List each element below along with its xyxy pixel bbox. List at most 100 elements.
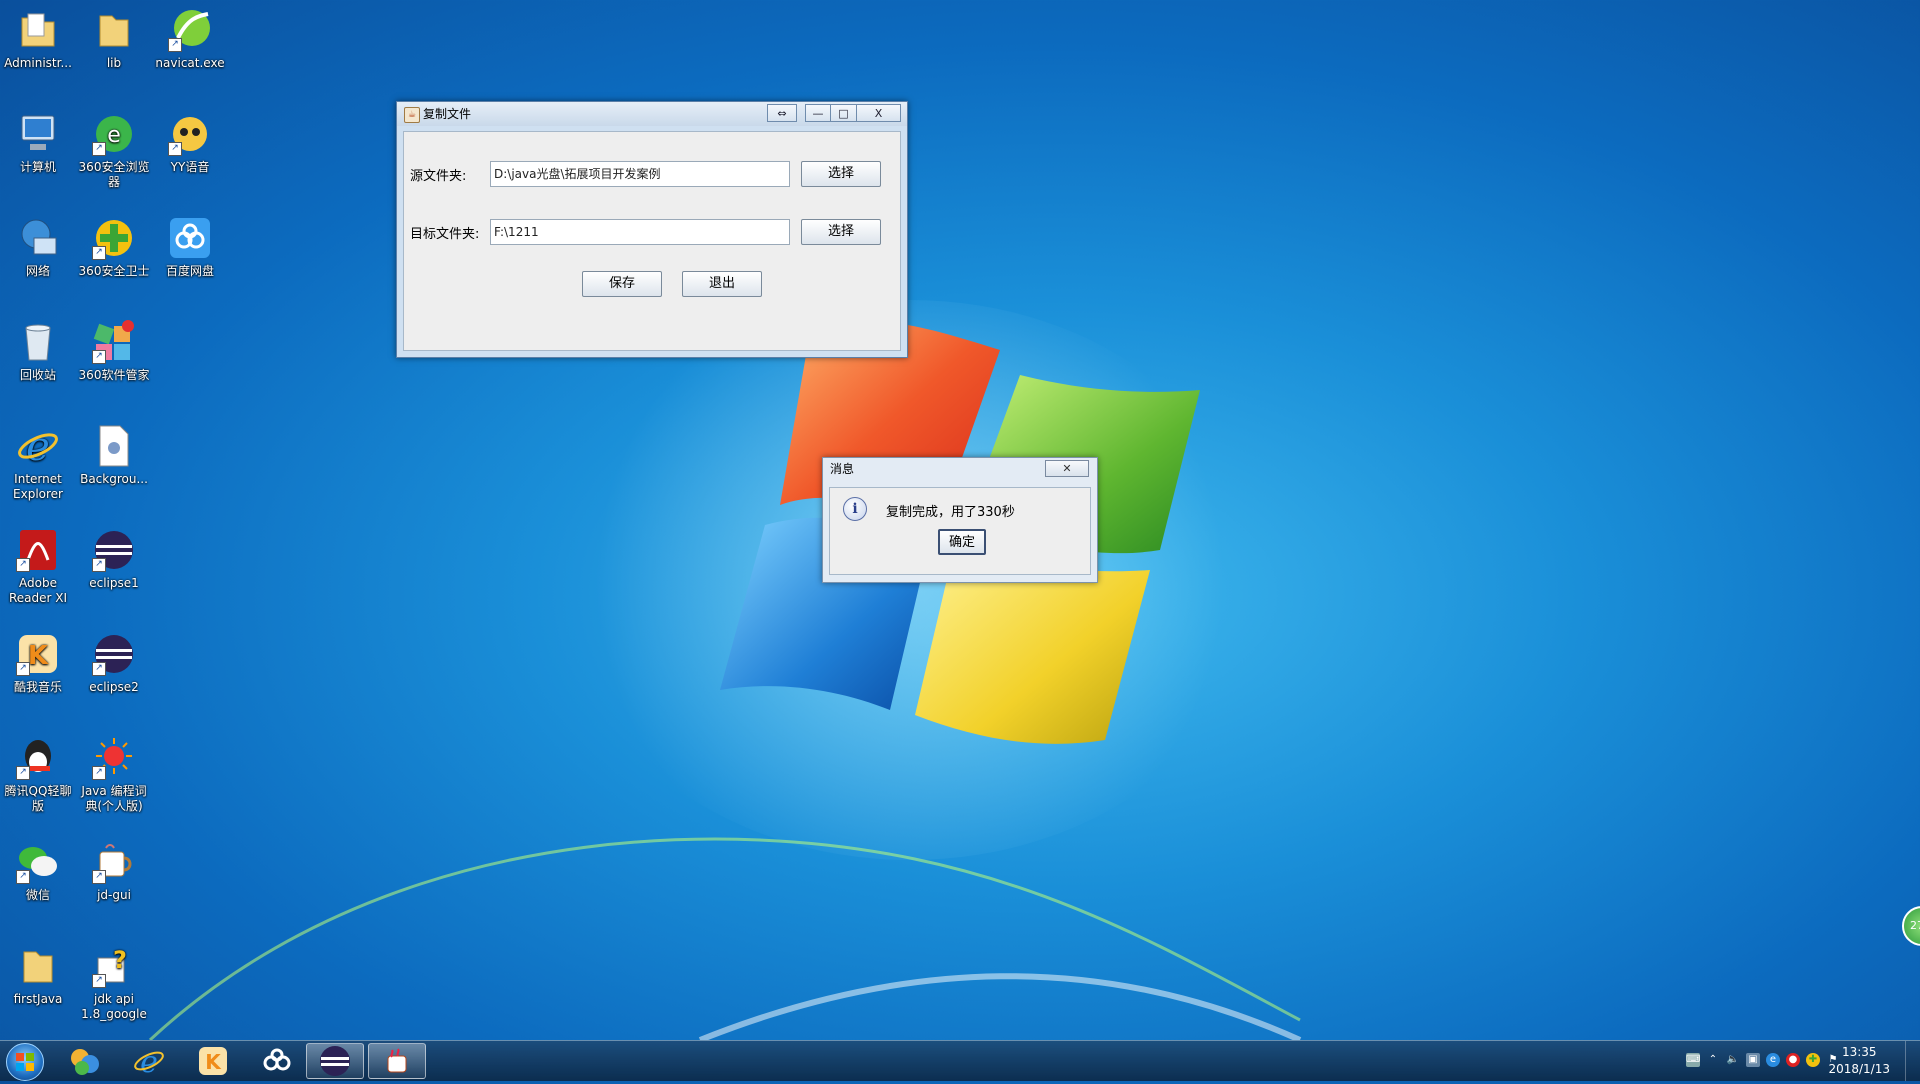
desktop-icon-recycle-bin[interactable]: 回收站 bbox=[0, 320, 76, 383]
desktop-icon-label: 回收站 bbox=[19, 368, 56, 382]
desktop-icon-label: 网络 bbox=[25, 264, 50, 278]
save-button[interactable]: 保存 bbox=[582, 271, 662, 297]
choose-target-button[interactable]: 选择 bbox=[801, 219, 881, 245]
desktop-icon-label: eclipse2 bbox=[89, 680, 139, 694]
taskbar-360-browser[interactable] bbox=[56, 1043, 114, 1079]
browser-360-icon: e ↗ bbox=[92, 112, 136, 156]
browser-tray-icon[interactable]: e bbox=[1766, 1053, 1780, 1067]
taskbar-clock[interactable]: 13:35 2018/1/13 bbox=[1828, 1044, 1890, 1078]
ie-icon: e bbox=[134, 1045, 164, 1078]
desktop-gadget[interactable]: 27 bbox=[1902, 906, 1920, 946]
desktop-icon-kuwo[interactable]: K ↗ 酷我音乐 bbox=[0, 632, 76, 695]
desktop-icon-network[interactable]: 网络 bbox=[0, 216, 76, 279]
shortcut-arrow-icon: ↗ bbox=[168, 38, 182, 52]
record-tray-icon[interactable]: ● bbox=[1786, 1053, 1800, 1067]
yy-icon: ↗ bbox=[168, 112, 212, 156]
close-button[interactable]: X bbox=[857, 104, 901, 122]
shortcut-arrow-icon: ↗ bbox=[92, 974, 106, 988]
clock-time: 13:35 bbox=[1841, 1045, 1877, 1059]
desktop-icon-lib[interactable]: lib bbox=[76, 8, 152, 71]
desktop-icon-internet-explorer[interactable]: e Internet Explorer bbox=[0, 424, 76, 502]
taskbar: e K ⌨ ⌃ 🔈 ▣ e ● ✚ ⚑ 13:35 2018/1/13 bbox=[0, 1040, 1920, 1081]
desktop-icon-baidu-pan[interactable]: 百度网盘 bbox=[152, 216, 228, 279]
desktop-icon-label: Backgrou... bbox=[80, 472, 148, 486]
desktop-icon-360-security[interactable]: ↗ 360安全卫士 bbox=[76, 216, 152, 279]
baidu-pan-icon bbox=[168, 216, 212, 260]
desktop-icon-firstjava[interactable]: firstJava bbox=[0, 944, 76, 1007]
desktop-icon-adobe-reader[interactable]: ↗ Adobe Reader XI bbox=[0, 528, 76, 606]
tray-expand-icon[interactable]: ⌃ bbox=[1706, 1053, 1720, 1067]
desktop-icon-label: 360软件管家 bbox=[78, 368, 150, 382]
360-browser-taskbar-icon bbox=[71, 1049, 99, 1075]
desktop-icon-label: Internet Explorer bbox=[13, 472, 63, 501]
ie-icon: e bbox=[16, 424, 60, 468]
shortcut-arrow-icon: ↗ bbox=[92, 766, 106, 780]
desktop-icon-yy[interactable]: ↗ YY语音 bbox=[152, 112, 228, 175]
security-360-tray-icon[interactable]: ✚ bbox=[1806, 1053, 1820, 1067]
keyboard-icon[interactable]: ⌨ bbox=[1686, 1053, 1700, 1067]
desktop-icon-background-file[interactable]: Backgrou... bbox=[76, 424, 152, 487]
desktop-icon-label: lib bbox=[106, 56, 122, 70]
gadget-value: 27 bbox=[1910, 919, 1920, 932]
dialog-body: i 复制完成，用了330秒 确定 bbox=[829, 487, 1091, 575]
java-app-icon bbox=[387, 1048, 407, 1073]
desktop-icon-label: 360安全卫士 bbox=[78, 264, 150, 278]
desktop-icon-label: 计算机 bbox=[19, 160, 56, 174]
target-folder-field[interactable]: F:\1211 bbox=[490, 219, 790, 245]
desktop-icon-360-browser[interactable]: e ↗ 360安全浏览器 bbox=[76, 112, 152, 190]
kuwo-icon: K ↗ bbox=[16, 632, 60, 676]
taskbar-ie[interactable]: e bbox=[120, 1043, 178, 1079]
shortcut-arrow-icon: ↗ bbox=[16, 870, 30, 884]
svg-text:e: e bbox=[26, 424, 50, 468]
exit-button[interactable]: 退出 bbox=[682, 271, 762, 297]
desktop-icon-java-dict[interactable]: ↗ Java 编程词典(个人版) bbox=[76, 736, 152, 814]
taskbar-java-app[interactable] bbox=[368, 1043, 426, 1079]
system-tray: ⌨ ⌃ 🔈 ▣ e ● ✚ ⚑ bbox=[1686, 1053, 1840, 1067]
show-desktop-button[interactable] bbox=[1905, 1041, 1920, 1081]
target-folder-label: 目标文件夹: bbox=[410, 227, 480, 242]
dialog-title: 消息 bbox=[830, 462, 855, 476]
svg-text:?: ? bbox=[113, 946, 127, 974]
taskbar-eclipse[interactable] bbox=[306, 1043, 364, 1079]
desktop-icon-eclipse1[interactable]: ↗ eclipse1 bbox=[76, 528, 152, 591]
desktop-icon-administrator[interactable]: Administr... bbox=[0, 8, 76, 71]
desktop-icon-eclipse2[interactable]: ↗ eclipse2 bbox=[76, 632, 152, 695]
desktop-icon-label: 百度网盘 bbox=[165, 264, 214, 278]
source-folder-field[interactable]: D:\java光盘\拓展项目开发案例 bbox=[490, 161, 790, 187]
taskbar-kuwo[interactable]: K bbox=[184, 1043, 242, 1079]
svg-text:e: e bbox=[107, 123, 121, 148]
maximize-button[interactable]: □ bbox=[831, 104, 857, 122]
desktop-icon-label: jdk api 1.8_google bbox=[81, 992, 147, 1021]
desktop-icon-qq[interactable]: ↗ 腾讯QQ轻聊版 bbox=[0, 736, 76, 814]
wechat-icon: ↗ bbox=[16, 840, 60, 884]
desktop-icon-wechat[interactable]: ↗ 微信 bbox=[0, 840, 76, 903]
volume-icon[interactable]: 🔈 bbox=[1726, 1053, 1740, 1067]
desktop-icon-jdk-api[interactable]: ? ↗ jdk api 1.8_google bbox=[76, 944, 152, 1022]
windows-logo-icon bbox=[16, 1053, 34, 1071]
dialog-titlebar[interactable]: 消息 ✕ bbox=[823, 458, 1097, 480]
minimize-button[interactable]: — bbox=[805, 104, 831, 122]
dialog-close-button[interactable]: ✕ bbox=[1045, 460, 1089, 477]
info-icon: i bbox=[843, 497, 867, 521]
window-controls: ⇔ — □ X bbox=[767, 104, 901, 122]
java-file-icon bbox=[92, 424, 136, 468]
ok-button[interactable]: 确定 bbox=[938, 529, 986, 555]
taskbar-baidu-pan[interactable] bbox=[248, 1043, 306, 1079]
start-button[interactable] bbox=[6, 1043, 44, 1081]
svg-text:e: e bbox=[140, 1045, 158, 1078]
message-dialog: 消息 ✕ i 复制完成，用了330秒 确定 bbox=[822, 457, 1098, 583]
resize-button[interactable]: ⇔ bbox=[767, 104, 797, 122]
window-titlebar[interactable]: ☕ 复制文件 ⇔ — □ X bbox=[397, 102, 907, 126]
network-tray-icon[interactable]: ▣ bbox=[1746, 1053, 1760, 1067]
shortcut-arrow-icon: ↗ bbox=[92, 662, 106, 676]
desktop-icon-computer[interactable]: 计算机 bbox=[0, 112, 76, 175]
desktop-icon-navicat[interactable]: ↗ navicat.exe bbox=[152, 8, 228, 71]
source-folder-label: 源文件夹: bbox=[410, 169, 467, 184]
jdgui-icon: ↗ bbox=[92, 840, 136, 884]
desktop-icon-jdgui[interactable]: ↗ jd-gui bbox=[76, 840, 152, 903]
choose-source-button[interactable]: 选择 bbox=[801, 161, 881, 187]
adobe-reader-icon: ↗ bbox=[16, 528, 60, 572]
desktop-icon-360-software[interactable]: ↗ 360软件管家 bbox=[76, 320, 152, 383]
qq-icon: ↗ bbox=[16, 736, 60, 780]
folder-icon bbox=[92, 8, 136, 52]
